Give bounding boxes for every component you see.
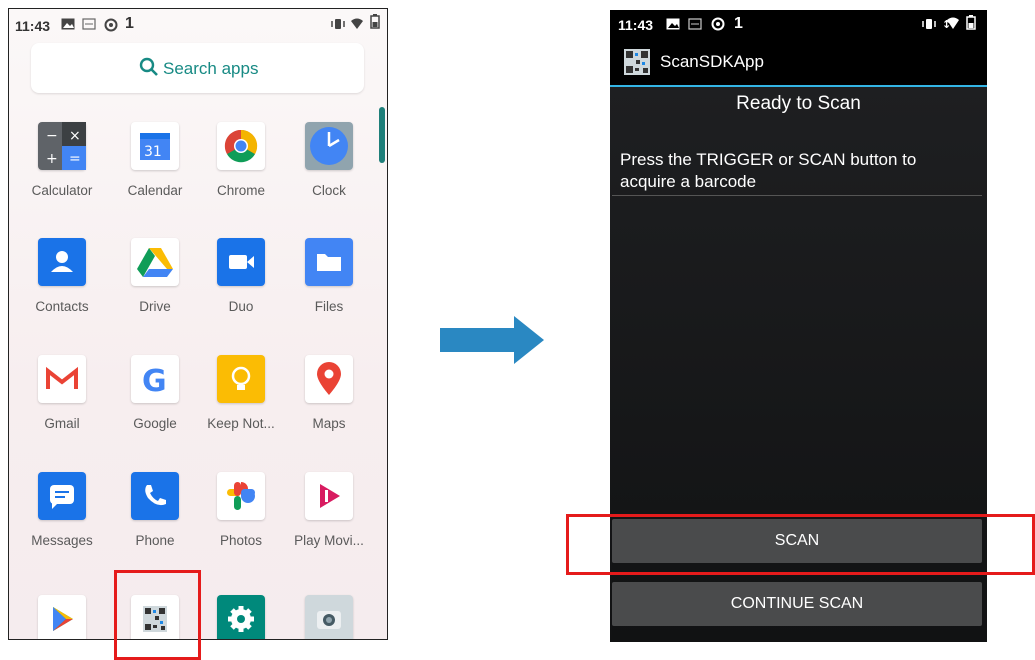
duo-icon (217, 238, 265, 286)
calendar-day: 31 (144, 144, 162, 160)
chrome-icon (217, 122, 265, 170)
highlight-scan-button-box (566, 514, 1035, 575)
app-label: Contacts (35, 299, 89, 314)
maps-pin-icon (305, 355, 353, 403)
app-label: Calculator (31, 183, 93, 198)
app-messages[interactable]: Messages (20, 472, 104, 548)
app-settings[interactable] (199, 595, 283, 639)
continue-scan-button[interactable]: CONTINUE SCAN (612, 582, 982, 626)
svg-text:−: − (46, 128, 58, 144)
app-drawer-screen: 11:43 1 Search apps − × + = Calculator 3… (8, 8, 388, 640)
app-camera[interactable] (287, 595, 371, 639)
scan-notification-icon (82, 18, 96, 33)
app-chrome[interactable]: Chrome (199, 122, 283, 198)
wifi-icon: ↕ (942, 17, 960, 34)
app-contacts[interactable]: Contacts (20, 238, 104, 314)
sync-icon (711, 17, 725, 34)
app-label: Photos (219, 533, 263, 548)
image-notification-icon (61, 18, 75, 33)
search-icon (139, 57, 159, 82)
search-apps-bar[interactable]: Search apps (31, 43, 364, 93)
clock-icon (305, 122, 353, 170)
app-duo[interactable]: Duo (199, 238, 283, 314)
svg-text:G: G (142, 364, 167, 399)
app-label: Keep Not... (207, 416, 275, 431)
app-google[interactable]: G Google (113, 355, 197, 431)
messages-icon (38, 472, 86, 520)
svg-text:×: × (69, 128, 81, 144)
right-arrow-icon (440, 316, 544, 369)
app-play-store[interactable] (20, 595, 104, 639)
app-label: Messages (31, 533, 93, 548)
play-store-icon (38, 595, 86, 639)
status-time: 11:43 (618, 17, 654, 33)
app-label: Phone (135, 533, 175, 548)
app-label: Chrome (216, 183, 265, 198)
app-calculator[interactable]: − × + = Calculator (20, 122, 104, 198)
notification-count: 1 (734, 15, 743, 32)
vibrate-icon (331, 18, 345, 33)
app-calendar[interactable]: 31 Calendar (113, 122, 197, 198)
app-label: Clock (312, 183, 346, 198)
action-bar: ScanSDKApp (610, 40, 987, 87)
gmail-icon (38, 355, 86, 403)
qr-code-icon (624, 49, 650, 75)
drive-icon (131, 238, 179, 286)
scan-instructions: Press the TRIGGER or SCAN button to acqu… (620, 150, 917, 191)
app-label: Maps (312, 416, 346, 431)
app-gmail[interactable]: Gmail (20, 355, 104, 431)
app-label: Gmail (44, 416, 80, 431)
app-label: Duo (228, 299, 254, 314)
app-label: Play Movi... (294, 533, 364, 548)
app-maps[interactable]: Maps (287, 355, 371, 431)
calendar-icon: 31 (131, 122, 179, 170)
app-phone[interactable]: Phone (113, 472, 197, 548)
battery-icon (370, 14, 380, 32)
image-notification-icon (666, 18, 680, 33)
highlight-app-icon-box (114, 570, 201, 660)
files-icon (305, 238, 353, 286)
play-movies-icon (305, 472, 353, 520)
lightbulb-icon (217, 355, 265, 403)
search-placeholder: Search apps (163, 59, 259, 78)
status-bar: 11:43 1 (9, 9, 387, 41)
camera-icon (305, 595, 353, 639)
scan-status-text: Ready to Scan (736, 93, 861, 114)
app-photos[interactable]: Photos (199, 472, 283, 548)
app-label: Drive (139, 299, 171, 314)
app-clock[interactable]: Clock (287, 122, 371, 198)
vibrate-icon (922, 18, 936, 33)
app-drive[interactable]: Drive (113, 238, 197, 314)
scroll-thumb[interactable] (379, 107, 385, 163)
svg-text:+: + (46, 151, 58, 167)
app-play-movies[interactable]: Play Movi... (287, 472, 371, 548)
app-title: ScanSDKApp (660, 52, 764, 71)
app-label: Calendar (127, 183, 183, 198)
status-bar: 11:43 1 ↕ (610, 10, 987, 40)
scan-notification-icon (688, 18, 702, 33)
gear-icon (217, 595, 265, 639)
google-icon: G (131, 355, 179, 403)
divider (612, 195, 982, 196)
photos-pinwheel-icon (217, 472, 265, 520)
app-files[interactable]: Files (287, 238, 371, 314)
contacts-icon (38, 238, 86, 286)
app-label: Google (133, 416, 177, 431)
notification-count: 1 (125, 15, 134, 32)
phone-icon (131, 472, 179, 520)
calculator-icon: − × + = (38, 122, 86, 170)
wifi-icon (350, 18, 364, 33)
svg-text:=: = (69, 151, 81, 167)
app-label: Files (314, 299, 344, 314)
app-keep-notes[interactable]: Keep Not... (199, 355, 283, 431)
status-time: 11:43 (15, 18, 51, 34)
sync-icon (104, 18, 118, 35)
battery-icon (966, 15, 976, 33)
